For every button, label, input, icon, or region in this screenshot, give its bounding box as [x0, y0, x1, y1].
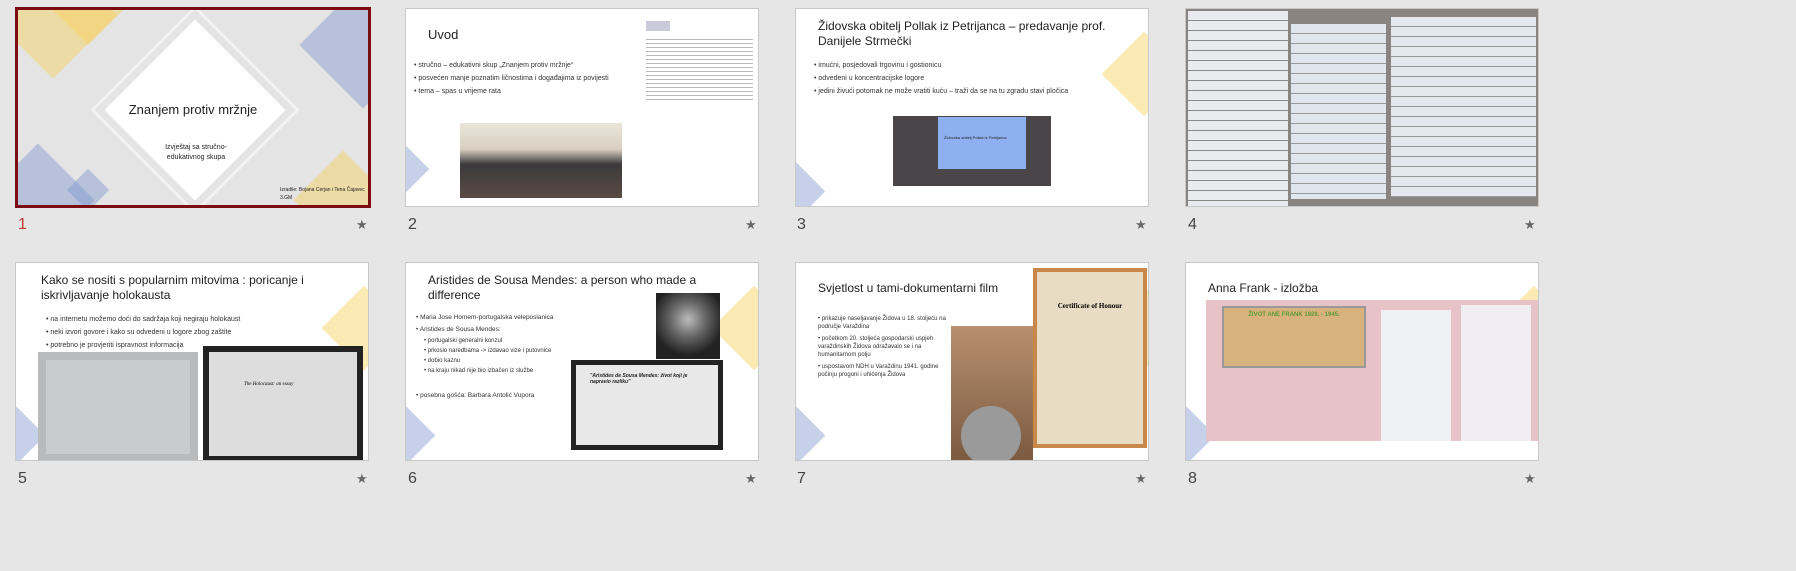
bullet: Aristides de Sousa Mendes:: [416, 324, 553, 336]
decor: [796, 159, 826, 206]
star-icon[interactable]: ★: [1135, 217, 1147, 233]
slide-number: 6: [408, 470, 417, 487]
slide-title: Svjetlost u tami-dokumentarni film: [818, 281, 999, 295]
document-photo: [1188, 11, 1288, 206]
bullet: Maria Jose Homem-portugalska veleposlani…: [416, 312, 553, 324]
decor: [406, 403, 436, 460]
document-photo: [1391, 17, 1536, 197]
slide-thumbnail-3[interactable]: Židovska obitelj Pollak iz Petrijanca – …: [795, 8, 1149, 207]
class: 3.GM: [280, 195, 293, 201]
document-photo: [1291, 24, 1386, 199]
exhibition-photo: ŽIVOT ANE FRANK 1929. - 1945.: [1206, 300, 1538, 441]
slide-subtitle: Izvještaj sa stručno-edukativnog skupa: [165, 144, 227, 161]
slide-title: Anna Frank - izložba: [1208, 281, 1319, 295]
sub-bullet: prkosio naredbama -> izdavao vize i puto…: [424, 346, 553, 356]
slide-title: Uvod: [428, 27, 459, 42]
bullet-list: prikazuje naseljavanje Židova u 18. stol…: [818, 315, 958, 379]
slide-thumbnail-1[interactable]: Znanjem protiv mržnje Izvještaj sa struč…: [15, 7, 371, 208]
bullet: tema – spas u vrijeme rata: [414, 85, 609, 98]
star-icon[interactable]: ★: [356, 217, 368, 233]
star-icon[interactable]: ★: [1524, 471, 1536, 487]
decor: [796, 403, 826, 460]
bullet: prikazuje naseljavanje Židova u 18. stol…: [818, 315, 958, 331]
bullet: na internetu možemo doći do sadržaja koj…: [46, 313, 240, 326]
slide-title: Znanjem protiv mržnje: [128, 102, 258, 117]
portrait-photo: [656, 293, 720, 359]
lecture-photo: Židovska obitelj Pollak iz Petrijanca: [893, 116, 1051, 186]
star-icon[interactable]: ★: [745, 217, 757, 233]
star-icon[interactable]: ★: [745, 471, 757, 487]
bullet: jedini živući potomak ne može vratiti ku…: [814, 85, 1068, 98]
sub-bullet: na kraju nikad nije bio izbačen iz služb…: [424, 366, 553, 376]
slide-thumbnail-6[interactable]: Aristides de Sousa Mendes: a person who …: [405, 262, 759, 461]
slide-authors: Izradile: Bojana Cerjan i Tena Čajavec 3.…: [280, 186, 365, 202]
presentation-photo: "Aristides de Sousa Mendes: život koji j…: [571, 360, 723, 450]
decor: [299, 10, 368, 109]
bullet: odvedeni u koncentracijske logore: [814, 72, 1068, 85]
star-icon[interactable]: ★: [1524, 217, 1536, 233]
screen-photo: The Holocaust: an essay: [203, 346, 363, 460]
projector-screen: Židovska obitelj Pollak iz Petrijanca: [938, 117, 1026, 169]
authors: Izradile: Bojana Cerjan i Tena Čajavec: [280, 187, 365, 193]
slide-thumbnail-8[interactable]: Anna Frank - izložba ŽIVOT ANE FRANK 192…: [1185, 262, 1539, 461]
audience-photo: [460, 123, 622, 198]
screen-photo: [38, 352, 198, 460]
sub-bullet: dobio kaznu: [424, 356, 553, 366]
bullet: posebna gošća: Barbara Antolić Vupora: [416, 390, 553, 402]
slide-number: 7: [797, 470, 806, 487]
slide-thumbnail-2[interactable]: Uvod stručno – edukativni skup „Znanjem …: [405, 8, 759, 207]
decor: [406, 140, 430, 198]
slide-title: Židovska obitelj Pollak iz Petrijanca – …: [818, 19, 1106, 48]
bullet-list: Maria Jose Homem-portugalska veleposlani…: [416, 312, 554, 402]
slide-number: 4: [1188, 216, 1197, 233]
slide-number: 1: [18, 216, 27, 233]
slide-thumbnail-4[interactable]: [1185, 8, 1539, 207]
bullet: posvećen manje poznatim ličnostima i dog…: [414, 72, 608, 85]
bullet: početkom 20. stoljeća gospodarski uspjeh…: [818, 335, 958, 359]
medal-photo: [951, 326, 1033, 460]
bullet-list: stručno – edukativni skup „Znanjem proti…: [414, 59, 609, 98]
sub-bullet-list: portugalski generalni konzul prkosio nar…: [424, 336, 553, 376]
star-icon[interactable]: ★: [356, 471, 368, 487]
bullet: imućni, posjedovali trgovinu i gostionic…: [814, 59, 1068, 72]
slide-number: 8: [1188, 470, 1197, 487]
bullet: uspostavom NDH u Varaždinu 1941. godine …: [818, 363, 958, 379]
slide-thumbnail-7[interactable]: Svjetlost u tami-dokumentarni film prika…: [795, 262, 1149, 461]
slide-title: Kako se nositi s popularnim mitovima : p…: [41, 273, 304, 302]
sub-bullet: portugalski generalni konzul: [424, 336, 553, 346]
slide-number: 3: [797, 216, 806, 233]
letter-document: [642, 13, 757, 203]
poster-board: ŽIVOT ANE FRANK 1929. - 1945.: [1222, 306, 1366, 368]
star-icon[interactable]: ★: [1135, 471, 1147, 487]
bullet: neki izvori govore i kako su odvedeni u …: [46, 326, 240, 339]
slide-number: 5: [18, 470, 27, 487]
bullet: stručno – edukativni skup „Znanjem proti…: [414, 59, 609, 72]
slide-thumbnail-5[interactable]: Kako se nositi s popularnim mitovima : p…: [15, 262, 369, 461]
bullet-list: imućni, posjedovali trgovinu i gostionic…: [814, 59, 1068, 98]
certificate-photo: Certificate of Honour: [1033, 268, 1147, 448]
slide-number: 2: [408, 216, 417, 233]
